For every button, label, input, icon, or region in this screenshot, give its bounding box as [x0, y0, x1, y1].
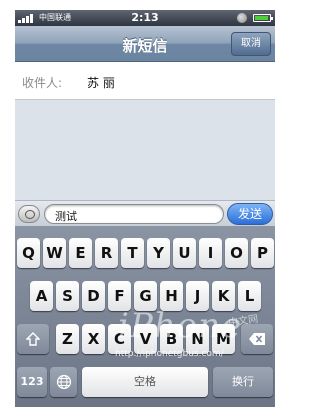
message-input[interactable]: 测试 — [44, 204, 224, 224]
key-k[interactable]: K — [212, 281, 235, 311]
delete-icon — [249, 333, 265, 345]
message-thread-area — [15, 100, 275, 200]
send-button[interactable]: 发送 — [227, 203, 273, 225]
key-e[interactable]: E — [69, 238, 92, 268]
phone-screen: 中国联通 2:13 新短信 取消 收件人: 苏 丽 测试 发送 Q W E R … — [15, 10, 275, 407]
recipient-label: 收件人: — [22, 76, 63, 90]
globe-icon — [56, 374, 71, 390]
key-n[interactable]: N — [186, 324, 209, 354]
recipient-name[interactable]: 苏 丽 — [87, 74, 115, 91]
shift-icon — [26, 332, 40, 346]
battery-icon — [253, 14, 273, 22]
status-bar: 中国联通 2:13 — [15, 10, 275, 26]
key-u[interactable]: U — [173, 238, 196, 268]
key-s[interactable]: S — [56, 281, 79, 311]
key-o[interactable]: O — [225, 238, 248, 268]
key-j[interactable]: J — [186, 281, 209, 311]
cancel-button[interactable]: 取消 — [231, 32, 271, 56]
key-i[interactable]: I — [199, 238, 222, 268]
key-w[interactable]: W — [43, 238, 66, 268]
shift-key[interactable] — [17, 324, 49, 354]
key-y[interactable]: Y — [147, 238, 170, 268]
numbers-key[interactable]: 123 — [17, 367, 47, 397]
key-t[interactable]: T — [121, 238, 144, 268]
recipient-row[interactable]: 收件人: 苏 丽 — [15, 62, 275, 100]
lock-icon — [237, 13, 247, 23]
key-z[interactable]: Z — [56, 324, 79, 354]
return-key[interactable]: 换行 — [213, 367, 273, 397]
message-input-text: 测试 — [55, 210, 77, 223]
key-p[interactable]: P — [251, 238, 274, 268]
key-r[interactable]: R — [95, 238, 118, 268]
space-key[interactable]: 空格 — [82, 367, 208, 397]
key-x[interactable]: X — [82, 324, 105, 354]
key-m[interactable]: M — [212, 324, 235, 354]
key-q[interactable]: Q — [17, 238, 40, 268]
key-l[interactable]: L — [238, 281, 261, 311]
key-a[interactable]: A — [30, 281, 53, 311]
navigation-bar: 新短信 取消 — [15, 26, 275, 62]
status-time: 2:13 — [131, 11, 159, 24]
key-v[interactable]: V — [134, 324, 157, 354]
camera-icon[interactable] — [18, 205, 40, 223]
compose-bar: 测试 发送 — [15, 200, 275, 226]
key-c[interactable]: C — [108, 324, 131, 354]
key-f[interactable]: F — [108, 281, 131, 311]
key-d[interactable]: D — [82, 281, 105, 311]
globe-key[interactable] — [50, 367, 77, 397]
keyboard: Q W E R T Y U I O P A S D F G H J K L Z … — [15, 226, 275, 407]
key-g[interactable]: G — [134, 281, 157, 311]
key-b[interactable]: B — [160, 324, 183, 354]
key-h[interactable]: H — [160, 281, 183, 311]
delete-key[interactable] — [241, 324, 273, 354]
